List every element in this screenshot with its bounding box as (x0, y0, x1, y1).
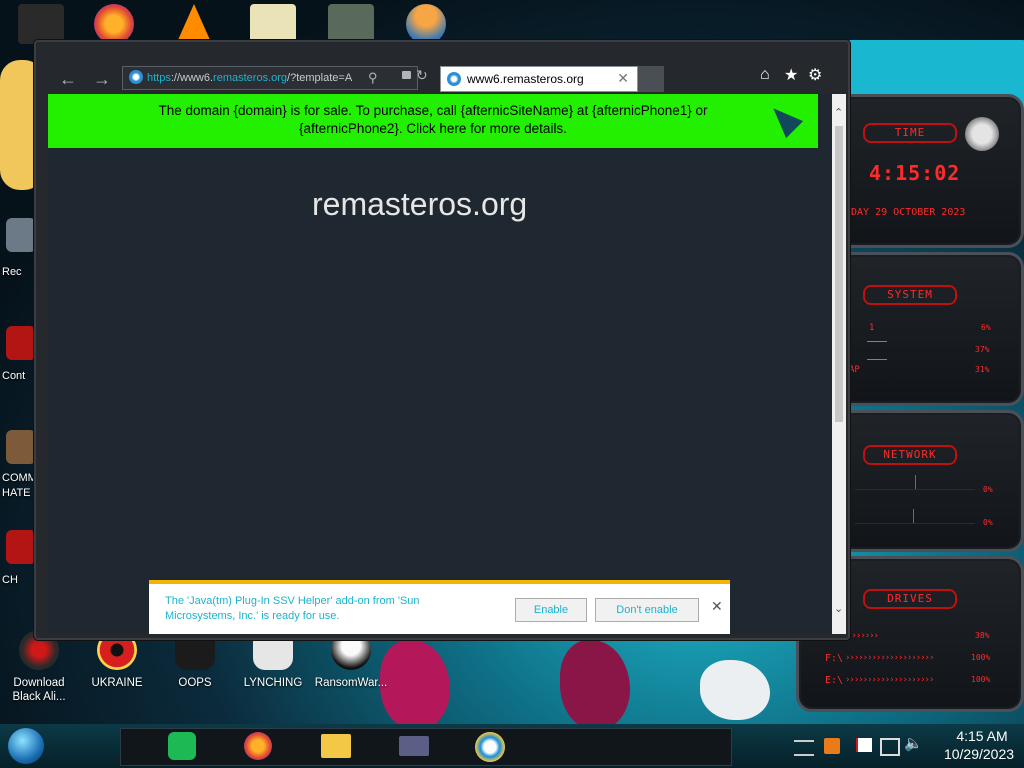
address-scheme: https (147, 72, 171, 84)
tab-close-icon[interactable]: ✕ (617, 70, 629, 87)
taskbar-time[interactable]: 4:15 AM (942, 728, 1022, 744)
pointer-arrow-icon (764, 99, 804, 139)
browser-window: ← → https://www6.remasteros.org/?templat… (34, 40, 850, 640)
ie-page-icon (129, 70, 143, 84)
refresh-icon[interactable]: ↻ (416, 67, 428, 84)
ie-icon[interactable] (466, 728, 514, 764)
drive-bar: ›››››››››››››››››››› (845, 653, 934, 663)
address-domain: remasteros.org (213, 72, 288, 84)
notification-text: The 'Java(tm) Plug-In SSV Helper' add-on… (165, 595, 420, 622)
spotify-icon[interactable] (158, 728, 206, 764)
wallpaper-shoe (700, 660, 770, 720)
taskbar: 🔈 4:15 AM 10/29/2023 (0, 724, 1024, 768)
banner-text: The domain {domain} is for sale. To purc… (158, 103, 708, 136)
tray-volume-icon[interactable]: 🔈 (904, 734, 923, 752)
taskbar-date[interactable]: 10/29/2023 (936, 746, 1022, 762)
network-value: 0% (983, 518, 993, 527)
lock-icon (402, 71, 411, 79)
forward-button[interactable]: → (88, 66, 116, 94)
notification-close-icon[interactable]: ✕ (711, 598, 723, 615)
back-button[interactable]: ← (54, 66, 82, 94)
address-suffix: /?template=A (287, 72, 353, 84)
ch-icon[interactable] (6, 530, 36, 564)
drive-value: 100% (971, 675, 991, 684)
desktop-icon-download-black-alien[interactable]: Download Black Ali... (0, 630, 78, 704)
drive-bar: ›››››››››››››››››››› (845, 675, 934, 685)
dont-enable-button[interactable]: Don't enable (595, 598, 699, 622)
network-graph-spike (913, 509, 914, 523)
firefox-icon[interactable] (94, 4, 134, 44)
addon-notification-bar: The 'Java(tm) Plug-In SSV Helper' add-on… (149, 580, 730, 634)
scroll-up-icon[interactable]: ⌃ (834, 106, 843, 119)
window-thumbnail-icon[interactable] (390, 728, 438, 764)
vertical-scrollbar[interactable]: ⌃ ⌄ (832, 94, 846, 634)
firefox-icon[interactable] (234, 728, 282, 764)
system-value: 37% (975, 345, 990, 354)
system-label: AP (849, 365, 860, 375)
page-content: remasteros.org (48, 94, 832, 634)
desktop-icon-label: LYNCHING (243, 677, 303, 689)
network-value: 0% (983, 485, 993, 494)
system-graph-line (867, 359, 887, 360)
system-value: 31% (975, 365, 990, 374)
widget-system-title: SYSTEM (863, 285, 957, 305)
recycle-bin-icon[interactable] (6, 218, 36, 252)
tray-network-icon[interactable] (880, 738, 900, 756)
drive-value: 100% (971, 653, 991, 662)
network-graph-baseline (855, 523, 975, 524)
domain-sale-banner[interactable]: The domain {domain} is for sale. To purc… (48, 94, 818, 148)
start-button[interactable] (8, 728, 44, 764)
alien-logo-icon (965, 117, 999, 151)
new-tab-button[interactable] (638, 66, 664, 92)
control-panel-icon[interactable] (6, 326, 36, 360)
widget-time-value: 4:15:02 (869, 161, 961, 185)
desktop-icon-label: RansomWar... (314, 677, 388, 689)
system-graph-line (867, 341, 887, 342)
widget-network-title: NETWORK (863, 445, 957, 465)
scrollbar-thumb[interactable] (835, 126, 843, 422)
scroll-down-icon[interactable]: ⌄ (834, 602, 843, 615)
file-explorer-icon[interactable] (312, 728, 360, 764)
wallpaper-figure (380, 640, 450, 730)
hxd-icon[interactable] (250, 4, 296, 44)
vlc-icon[interactable] (178, 4, 210, 40)
desktop-icon-label: Download Black Ali... (12, 677, 66, 703)
network-graph-spike (915, 475, 916, 489)
network-graph-baseline (855, 489, 975, 490)
widget-time-title: TIME (863, 123, 957, 143)
system-value: 6% (981, 323, 991, 332)
drive-label: E:\ (825, 675, 844, 686)
widget-date-value: DAY 29 OCTOBER 2023 (851, 207, 966, 218)
wallpaper-figure-2 (560, 640, 630, 730)
comm-icon[interactable] (6, 430, 36, 464)
home-icon[interactable]: ⌂ (760, 66, 770, 84)
widget-drives-title: DRIVES (863, 589, 957, 609)
app-icon[interactable] (328, 4, 374, 44)
address-prefix: ://www6. (170, 72, 214, 84)
tray-flag-icon[interactable] (856, 738, 872, 752)
tab-remasteros[interactable]: www6.remasteros.org ✕ (440, 66, 638, 92)
drive-value: 38% (975, 631, 990, 640)
tray-java-icon[interactable] (824, 738, 840, 754)
page-heading: remasteros.org (312, 186, 528, 222)
desktop-icon-label: UKRAINE (91, 677, 143, 689)
desktop: Rec Cont COMM HATE CH Download Black Ali… (0, 0, 1024, 768)
favorites-star-icon[interactable]: ★ (784, 65, 798, 85)
search-icon[interactable]: ⚲ (368, 70, 378, 86)
tray-notes-icon[interactable] (794, 740, 814, 756)
user-icon[interactable] (406, 4, 446, 44)
tab-title: www6.remasteros.org (467, 72, 584, 86)
ie-tab-icon (447, 72, 461, 86)
desktop-icon-label: OOPS (178, 677, 212, 689)
top-app-icon[interactable] (18, 4, 64, 44)
drive-label: F:\ (825, 653, 844, 664)
enable-button[interactable]: Enable (515, 598, 587, 622)
browser-navbar: ← → https://www6.remasteros.org/?templat… (36, 62, 848, 94)
settings-gear-icon[interactable]: ⚙ (808, 65, 822, 85)
system-label: 1 (869, 323, 875, 333)
